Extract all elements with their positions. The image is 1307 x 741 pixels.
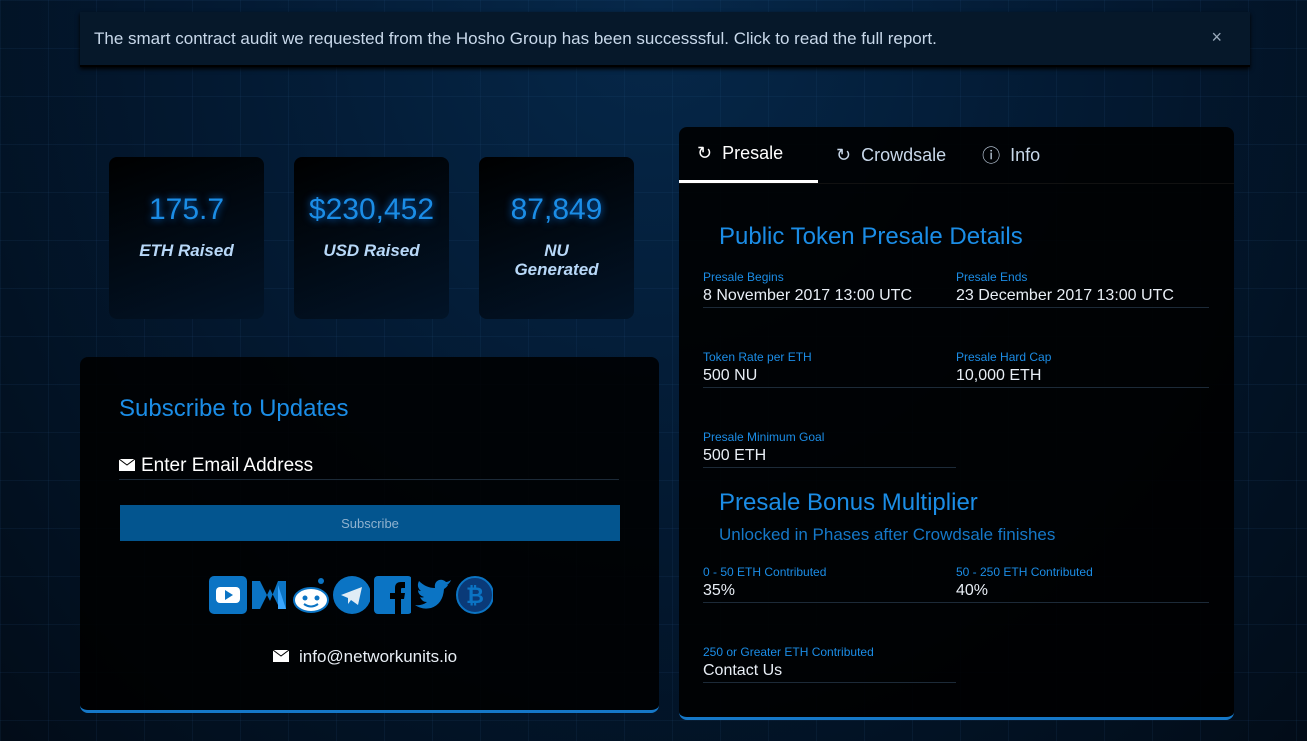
info-icon: ⓘ xyxy=(982,146,1001,166)
field-minimum-goal: Presale Minimum Goal 500 ETH xyxy=(703,430,956,468)
stat-label: NU Generated xyxy=(514,241,599,279)
email-field[interactable]: Enter Email Address xyxy=(118,453,619,480)
telegram-icon[interactable] xyxy=(332,575,370,615)
refresh-icon: ↻ xyxy=(836,144,852,165)
refresh-icon: ↻ xyxy=(697,143,713,163)
tab-label: Presale xyxy=(722,143,784,163)
field-value: 40% xyxy=(956,582,989,599)
field-value: 10,000 ETH xyxy=(956,367,1042,384)
tab-presale[interactable]: ↻ Presale xyxy=(679,127,818,183)
bonus-tier-2: 50 - 250 ETH Contributed 40% xyxy=(956,565,1209,603)
tab-label: Crowdsale xyxy=(861,144,947,165)
stat-value: 87,849 xyxy=(510,193,603,226)
contact-email[interactable]: info@networkunits.io xyxy=(272,647,457,667)
bonus-title: Presale Bonus Multiplier xyxy=(719,489,978,516)
reddit-icon[interactable] xyxy=(291,575,329,615)
stat-value: $230,452 xyxy=(308,193,435,226)
stat-value: 175.7 xyxy=(148,193,225,226)
field-value: 35% xyxy=(703,582,736,599)
tab-label: Info xyxy=(1010,144,1041,165)
stat-label: USD Raised xyxy=(323,241,420,260)
field-label: 0 - 50 ETH Contributed xyxy=(703,565,827,579)
stat-eth-raised: 175.7 ETH Raised xyxy=(109,157,264,319)
bonus-tier-3: 250 or Greater ETH Contributed Contact Us xyxy=(703,645,956,683)
facebook-icon[interactable] xyxy=(373,575,411,615)
field-label: 50 - 250 ETH Contributed xyxy=(956,565,1093,579)
field-value: 8 November 2017 13:00 UTC xyxy=(703,287,912,304)
bonus-subtitle: Unlocked in Phases after Crowdsale finis… xyxy=(719,525,1056,544)
field-label: Presale Begins xyxy=(703,270,784,284)
contact-email-text[interactable]: info@networkunits.io xyxy=(299,647,457,667)
field-label: Presale Hard Cap xyxy=(956,350,1052,364)
envelope-icon xyxy=(118,455,136,477)
stat-label: ETH Raised xyxy=(139,241,234,260)
svg-text:₿: ₿ xyxy=(466,584,484,609)
field-hard-cap: Presale Hard Cap 10,000 ETH xyxy=(956,350,1209,388)
stat-nu-generated: 87,849 NU Generated xyxy=(479,157,634,319)
twitter-icon[interactable] xyxy=(414,575,452,615)
stat-usd-raised: $230,452 USD Raised xyxy=(294,157,449,319)
field-label: 250 or Greater ETH Contributed xyxy=(703,645,874,659)
field-value: 500 ETH xyxy=(703,447,767,464)
subscribe-title: Subscribe to Updates xyxy=(119,395,349,422)
tab-info[interactable]: ⓘ Info xyxy=(964,127,1058,183)
field-label: Presale Minimum Goal xyxy=(703,430,825,444)
tab-bar: ↻ Presale ↻ Crowdsale ⓘ Info xyxy=(679,127,1234,184)
youtube-icon[interactable] xyxy=(209,575,247,615)
social-links: ₿ xyxy=(209,575,493,615)
subscribe-card: Subscribe to Updates Enter Email Address… xyxy=(80,357,659,713)
field-label: Token Rate per ETH xyxy=(703,350,812,364)
audit-alert-banner[interactable]: The smart contract audit we requested fr… xyxy=(80,12,1250,67)
bonus-tier-1: 0 - 50 ETH Contributed 35% xyxy=(703,565,956,603)
field-token-rate: Token Rate per ETH 500 NU xyxy=(703,350,956,388)
medium-icon[interactable] xyxy=(250,575,288,615)
field-presale-begins: Presale Begins 8 November 2017 13:00 UTC xyxy=(703,270,956,308)
field-value: 500 NU xyxy=(703,367,758,384)
tab-crowdsale[interactable]: ↻ Crowdsale xyxy=(818,127,964,183)
close-icon[interactable]: × xyxy=(1211,27,1222,48)
presale-title: Public Token Presale Details xyxy=(719,223,1023,250)
bitcoin-icon[interactable]: ₿ xyxy=(455,575,493,615)
alert-text: The smart contract audit we requested fr… xyxy=(94,28,937,48)
field-presale-ends: Presale Ends 23 December 2017 13:00 UTC xyxy=(956,270,1209,308)
email-placeholder: Enter Email Address xyxy=(141,455,314,476)
token-sale-panel: ↻ Presale ↻ Crowdsale ⓘ Info Public Token P… xyxy=(679,127,1234,720)
envelope-icon xyxy=(272,647,290,667)
field-value: Contact Us xyxy=(703,662,783,679)
field-value: 23 December 2017 13:00 UTC xyxy=(956,287,1174,304)
subscribe-button[interactable]: Subscribe xyxy=(120,505,620,541)
field-label: Presale Ends xyxy=(956,270,1028,284)
